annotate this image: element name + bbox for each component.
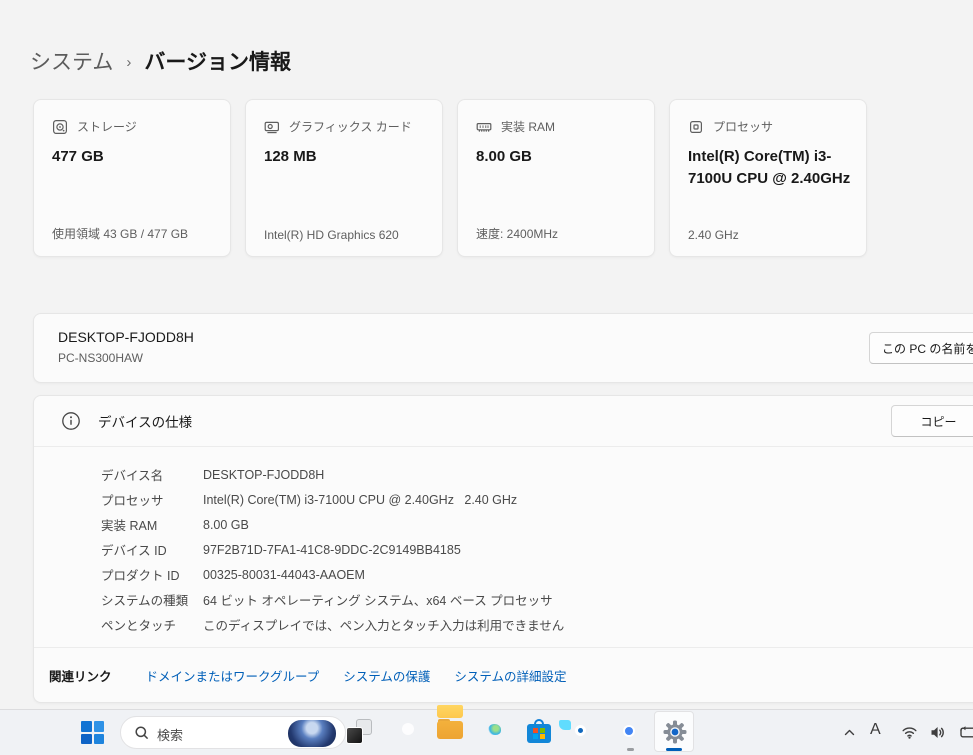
storage-icon xyxy=(52,119,68,135)
table-row: ペンとタッチ このディスプレイでは、ペン入力とタッチ入力は利用できません xyxy=(101,612,564,637)
settings-button[interactable] xyxy=(654,711,694,752)
link-system-protection[interactable]: システムの保護 xyxy=(343,666,430,685)
device-specs-title: デバイスの仕様 xyxy=(98,411,192,431)
table-row: システムの種類 64 ビット オペレーティング システム、x64 ベース プロセ… xyxy=(101,587,564,612)
device-name-panel: DESKTOP-FJODD8H PC-NS300HAW この PC の名前を xyxy=(33,313,973,383)
ram-card-footer: 速度: 2400MHz xyxy=(476,225,558,242)
settings-gear-icon xyxy=(662,719,688,745)
ram-card: 実装 RAM 8.00 GB 速度: 2400MHz xyxy=(457,99,655,257)
gpu-icon xyxy=(264,119,280,135)
storage-card-value: 477 GB xyxy=(52,146,218,168)
processor-card-title: プロセッサ xyxy=(713,118,773,135)
storage-card-footer: 使用領域 43 GB / 477 GB xyxy=(52,225,188,242)
page-title: バージョン情報 xyxy=(144,46,291,76)
spec-label: 実装 RAM xyxy=(101,515,203,534)
wifi-icon[interactable] xyxy=(901,724,918,741)
graphics-card-value: 128 MB xyxy=(264,146,430,168)
spec-label: システムの種類 xyxy=(101,590,203,609)
cpu-icon xyxy=(688,119,704,135)
breadcrumb-chevron-icon: › xyxy=(126,52,131,71)
spec-label: デバイス名 xyxy=(101,465,203,484)
ram-card-value: 8.00 GB xyxy=(476,146,642,168)
info-icon xyxy=(61,411,81,431)
device-name: DESKTOP-FJODD8H xyxy=(58,329,194,345)
task-view-button[interactable] xyxy=(346,719,372,745)
table-row: デバイス名 DESKTOP-FJODD8H xyxy=(101,462,564,487)
processor-card: プロセッサ Intel(R) Core(TM) i3-7100U CPU @ 2… xyxy=(669,99,867,257)
spec-value: 00325-80031-44043-AAOEM xyxy=(203,568,365,582)
table-row: プロダクト ID 00325-80031-44043-AAOEM xyxy=(101,562,564,587)
copilot-button[interactable] xyxy=(396,719,422,745)
device-specs-header[interactable]: デバイスの仕様 xyxy=(34,396,192,446)
ram-card-title: 実装 RAM xyxy=(501,118,555,135)
link-advanced-system-settings[interactable]: システムの詳細設定 xyxy=(454,666,566,685)
storage-card-title: ストレージ xyxy=(77,118,137,135)
spec-value: 8.00 GB xyxy=(203,518,249,532)
microsoft-store-button[interactable] xyxy=(527,719,553,745)
spec-label: デバイス ID xyxy=(101,540,203,559)
windows-settings-about-screen: { "breadcrumb": { "parent": "システム", "sep… xyxy=(0,0,973,755)
battery-charging-icon[interactable] xyxy=(955,724,973,741)
device-specs-panel: デバイスの仕様 コピー デバイス名 DESKTOP-FJODD8H プロセッサ … xyxy=(33,395,973,703)
search-placeholder: 検索 xyxy=(157,725,183,744)
chrome-button[interactable] xyxy=(617,719,643,745)
search-icon xyxy=(134,725,150,741)
spec-label: プロダクト ID xyxy=(101,565,203,584)
related-links-row: 関連リンク ドメインまたはワークグループ システムの保護 システムの詳細設定 xyxy=(49,647,591,704)
breadcrumb: システム › バージョン情報 xyxy=(30,46,291,76)
processor-card-value: Intel(R) Core(TM) i3-7100U CPU @ 2.40GHz xyxy=(688,146,854,190)
spec-value: DESKTOP-FJODD8H xyxy=(203,468,324,482)
graphics-card: グラフィックス カード 128 MB Intel(R) HD Graphics … xyxy=(245,99,443,257)
device-model: PC-NS300HAW xyxy=(58,351,143,365)
table-row: プロセッサ Intel(R) Core(TM) i3-7100U CPU @ 2… xyxy=(101,487,564,512)
graphics-card-title: グラフィックス カード xyxy=(289,118,412,135)
speaker-icon[interactable] xyxy=(929,724,946,741)
start-button[interactable] xyxy=(81,721,104,744)
ime-indicator[interactable]: A xyxy=(870,721,881,739)
graphics-card-footer: Intel(R) HD Graphics 620 xyxy=(264,228,399,242)
spec-value: 64 ビット オペレーティング システム、x64 ベース プロセッサ xyxy=(203,590,553,609)
link-domain-or-workgroup[interactable]: ドメインまたはワークグループ xyxy=(146,666,320,685)
divider xyxy=(34,446,973,447)
file-explorer-button[interactable] xyxy=(437,719,463,745)
table-row: 実装 RAM 8.00 GB xyxy=(101,512,564,537)
spec-label: プロセッサ xyxy=(101,490,203,509)
taskbar-search-box[interactable]: 検索 xyxy=(120,716,346,749)
device-specs-table: デバイス名 DESKTOP-FJODD8H プロセッサ Intel(R) Cor… xyxy=(101,462,564,637)
search-highlight-image[interactable] xyxy=(288,720,336,747)
spec-value: Intel(R) Core(TM) i3-7100U CPU @ 2.40GHz… xyxy=(203,493,517,507)
spec-value: このディスプレイでは、ペン入力とタッチ入力は利用できません xyxy=(203,615,564,634)
spec-label: ペンとタッチ xyxy=(101,615,203,634)
outlook-button[interactable] xyxy=(572,719,598,745)
breadcrumb-system[interactable]: システム xyxy=(30,46,113,76)
copy-button[interactable]: コピー xyxy=(891,405,973,437)
tray-chevron-up-icon[interactable] xyxy=(841,724,858,741)
spec-value: 97F2B71D-7FA1-41C8-9DDC-2C9149BB4185 xyxy=(203,543,461,557)
settings-active-indicator xyxy=(666,748,682,751)
related-links-label: 関連リンク xyxy=(49,666,112,685)
table-row: デバイス ID 97F2B71D-7FA1-41C8-9DDC-2C9149BB… xyxy=(101,537,564,562)
ram-icon xyxy=(476,119,492,135)
edge-button[interactable] xyxy=(482,719,508,745)
processor-card-footer: 2.40 GHz xyxy=(688,228,739,242)
storage-card: ストレージ 477 GB 使用領域 43 GB / 477 GB xyxy=(33,99,231,257)
chrome-running-indicator xyxy=(627,748,634,751)
rename-pc-button[interactable]: この PC の名前を xyxy=(869,332,973,364)
